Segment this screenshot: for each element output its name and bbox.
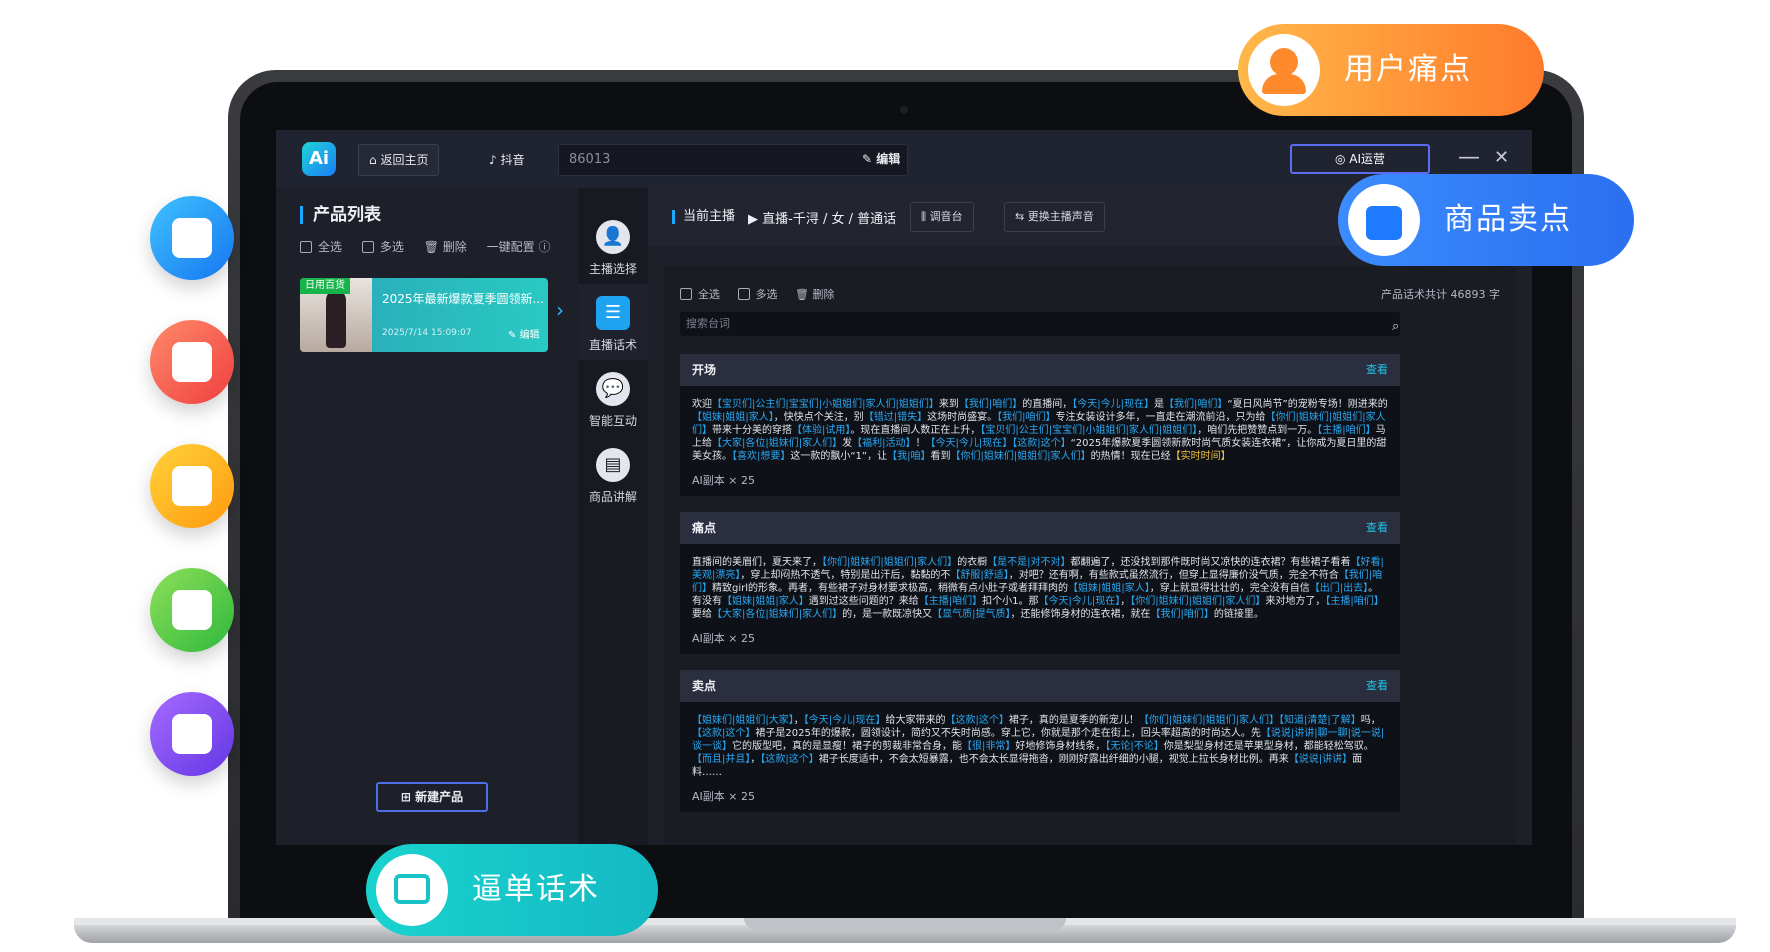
home-icon: ⌂ bbox=[369, 153, 381, 167]
settings-icon: ◎ bbox=[1334, 152, 1350, 166]
one-click-config-button[interactable]: 一键配置 ⓘ bbox=[487, 240, 551, 254]
nav-anchor-select[interactable]: 👤 主播选择 bbox=[578, 208, 648, 284]
script-icon: ☰ bbox=[596, 296, 630, 330]
room-id-input[interactable]: 86013 bbox=[558, 144, 908, 176]
new-product-button[interactable]: ⊞ 新建产品 bbox=[376, 782, 488, 812]
task-icon bbox=[150, 568, 234, 652]
nav-live-script[interactable]: ☰ 直播话术 bbox=[578, 284, 648, 360]
script-text[interactable]: 直播间的美眉们，夏天来了，【你们|姐妹们|姐姐们|家人们】的衣橱【是不是|对不对… bbox=[692, 556, 1388, 622]
section-pain-points: 痛点 查看 直播间的美眉们，夏天来了，【你们|姐妹们|姐姐们|家人们】的衣橱【是不… bbox=[680, 512, 1400, 654]
product-panel: 产品列表 全选 多选 🗑 删除 一键配置 ⓘ 日用百货 2025年最新爆款夏季圆… bbox=[276, 188, 578, 845]
word-count: 产品话术共计 46893 字 bbox=[1381, 288, 1500, 301]
badge-closing-script: 逼单话术 bbox=[366, 844, 658, 936]
product-date: 2025/7/14 15:09:07 bbox=[382, 328, 472, 338]
script-select-all[interactable]: 全选 bbox=[680, 288, 720, 301]
script-main: 当前主播 ▶ 直播-千浔 / 女 / 普通话 ⫼ 调音台 ⇆ 更换主播声音 全选… bbox=[648, 188, 1532, 845]
product-title: 2025年最新爆款夏季圆领新... bbox=[382, 292, 544, 306]
camera-dot bbox=[900, 106, 908, 114]
platform-button[interactable]: ♪ 抖音 bbox=[478, 144, 536, 176]
close-button[interactable]: ✕ bbox=[1494, 144, 1509, 172]
minimize-button[interactable]: — bbox=[1458, 144, 1480, 172]
tiktok-icon: ♪ bbox=[489, 153, 501, 167]
product-card[interactable]: 日用百货 2025年最新爆款夏季圆领新... 2025/7/14 15:09:0… bbox=[300, 278, 548, 352]
ai-operation-button[interactable]: ◎ AI运营 bbox=[1290, 144, 1430, 174]
product-toolbar: 全选 多选 🗑 删除 一键配置 ⓘ bbox=[300, 238, 566, 255]
section-body: 欢迎【宝贝们|公主们|宝宝们|小姐姐们|家人们|姐姐们】来到【我们|咱们】的直播… bbox=[680, 386, 1400, 496]
badge-pain-points: 用户痛点 bbox=[1238, 24, 1544, 116]
script-text[interactable]: 欢迎【宝贝们|公主们|宝宝们|小姐姐们|家人们|姐姐们】来到【我们|咱们】的直播… bbox=[692, 398, 1388, 464]
sliders-icon: ⫼ bbox=[921, 210, 930, 223]
swap-icon: ⇆ bbox=[1015, 210, 1028, 223]
side-nav: 👤 主播选择 ☰ 直播话术 💬 智能互动 ▤ 商品讲解 bbox=[578, 188, 648, 845]
envelope-icon bbox=[150, 320, 234, 404]
user-icon bbox=[1248, 34, 1320, 106]
ai-copies: AI副本 × 25 bbox=[692, 474, 755, 487]
play-icon: ▶ bbox=[748, 212, 763, 227]
top-bar: Ai ⌂ 返回主页 ♪ 抖音 86013 ✎ 编辑 ◎ AI运营 — ✕ bbox=[276, 130, 1532, 188]
script-text[interactable]: 【姐妹们|姐姐们|大家】，【今天|今儿|现在】给大家带来的【这款|这个】裙子，真… bbox=[692, 714, 1388, 780]
trash-icon: 🗑 bbox=[795, 288, 809, 301]
section-header: 痛点 查看 bbox=[680, 512, 1400, 544]
section-header: 开场 查看 bbox=[680, 354, 1400, 386]
edit-icon: ✎ bbox=[862, 152, 877, 166]
gift-icon bbox=[150, 196, 234, 280]
product-edit-button[interactable]: ✎ 编辑 bbox=[508, 326, 540, 341]
promo-stage: Ai ⌂ 返回主页 ♪ 抖音 86013 ✎ 编辑 ◎ AI运营 — ✕ 产品列… bbox=[0, 0, 1770, 952]
home-button[interactable]: ⌂ 返回主页 bbox=[358, 144, 440, 176]
section-header: 卖点 查看 bbox=[680, 670, 1400, 702]
ai-copies: AI副本 × 25 bbox=[692, 632, 755, 645]
nav-smart-interaction[interactable]: 💬 智能互动 bbox=[578, 360, 648, 436]
chat-icon: 💬 bbox=[596, 372, 630, 406]
chat-bubble-icon bbox=[376, 854, 448, 926]
section-selling-points: 卖点 查看 【姐妹们|姐姐们|大家】，【今天|今儿|现在】给大家带来的【这款|这个… bbox=[680, 670, 1400, 812]
edit-button[interactable]: ✎ 编辑 bbox=[862, 144, 900, 176]
shopping-bag-icon bbox=[1348, 184, 1420, 256]
mixer-button[interactable]: ⫼ 调音台 bbox=[910, 202, 974, 232]
category-tag: 日用百货 bbox=[300, 278, 350, 294]
trash-icon: 🗑 bbox=[423, 240, 439, 254]
message-icon bbox=[150, 692, 234, 776]
delete-button[interactable]: 🗑 删除 bbox=[424, 240, 467, 254]
script-content: 全选 多选 🗑 删除 产品话术共计 46893 字 搜索台词 ⌕ 开场 查看 欢迎【… bbox=[664, 266, 1516, 845]
section-body: 直播间的美眉们，夏天来了，【你们|姐妹们|姐姐们|家人们】的衣橱【是不是|对不对… bbox=[680, 544, 1400, 654]
chevron-right-icon[interactable]: › bbox=[556, 298, 564, 322]
current-anchor-label: 当前主播 bbox=[672, 210, 735, 224]
add-icon: ⊞ bbox=[400, 790, 416, 804]
ticket-icon bbox=[150, 444, 234, 528]
explain-icon: ▤ bbox=[596, 448, 630, 482]
product-list-title: 产品列表 bbox=[300, 206, 381, 224]
script-delete[interactable]: 🗑 删除 bbox=[795, 288, 834, 301]
ai-copies: AI副本 × 25 bbox=[692, 790, 755, 803]
nav-product-explain[interactable]: ▤ 商品讲解 bbox=[578, 436, 648, 512]
anchor-icon: 👤 bbox=[596, 220, 630, 254]
badge-selling-points: 商品卖点 bbox=[1338, 174, 1634, 266]
anchor-value[interactable]: ▶ 直播-千浔 / 女 / 普通话 bbox=[748, 208, 896, 227]
script-search-input[interactable]: 搜索台词 ⌕ bbox=[680, 312, 1400, 336]
multi-select-checkbox[interactable]: 多选 bbox=[361, 240, 404, 254]
script-toolbar: 全选 多选 🗑 删除 bbox=[680, 286, 848, 302]
change-voice-button[interactable]: ⇆ 更换主播声音 bbox=[1004, 202, 1105, 232]
section-opening: 开场 查看 欢迎【宝贝们|公主们|宝宝们|小姐姐们|家人们|姐姐们】来到【我们|咱… bbox=[680, 354, 1400, 496]
info-icon: ⓘ bbox=[538, 240, 551, 254]
section-body: 【姐妹们|姐姐们|大家】，【今天|今儿|现在】给大家带来的【这款|这个】裙子，真… bbox=[680, 702, 1400, 812]
view-button[interactable]: 查看 bbox=[1366, 670, 1388, 702]
search-icon: ⌕ bbox=[1392, 319, 1400, 334]
view-button[interactable]: 查看 bbox=[1366, 512, 1388, 544]
select-all-checkbox[interactable]: 全选 bbox=[300, 240, 342, 254]
script-multi-select[interactable]: 多选 bbox=[737, 288, 778, 301]
app-logo: Ai bbox=[302, 142, 336, 176]
laptop-notch bbox=[744, 918, 1066, 930]
view-button[interactable]: 查看 bbox=[1366, 354, 1388, 386]
